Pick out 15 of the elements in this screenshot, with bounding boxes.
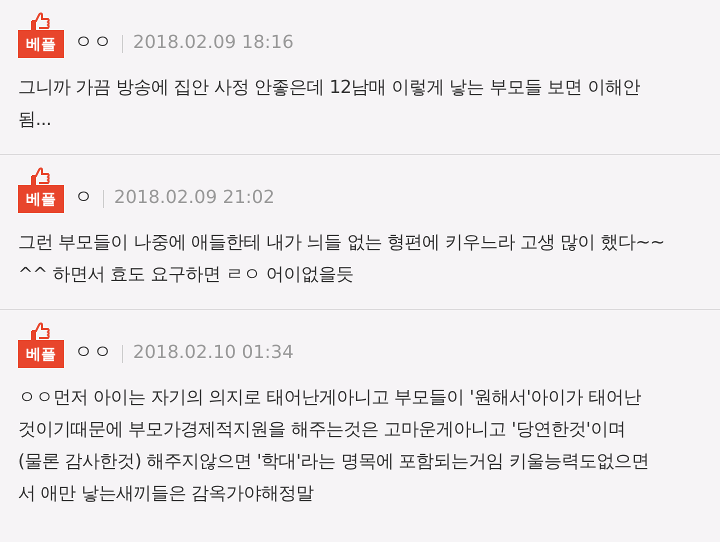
author-name: ㅇㅇ: [74, 30, 112, 54]
thumbs-up-icon: [30, 12, 52, 30]
best-badge: 베플: [18, 30, 64, 58]
author-name: ㅇ: [74, 184, 93, 210]
author-name: ㅇㅇ: [74, 340, 112, 364]
best-badge: 베플: [18, 185, 64, 213]
thumbs-up-icon: [30, 167, 52, 185]
comment-text: ㅇㅇ먼저 아이는 자기의 의지로 태어난게아니고 부모들이 '원해서'아이가 태어난 것이기때문에 부모가경제적지원을 해주는것은 고마운게아니고 '당연한것'이며 (물론 감사한것) 해주지않으면 '학대'라는 명목에 포함되는거임 키울능력도없으면 서 애만 낳는새끼들은 감옥가야해정말: [18, 386, 650, 506]
comment-date: 2018.02.09 18:16: [133, 31, 294, 55]
best-badge: 베플: [18, 340, 64, 368]
thumbs-up-icon: [30, 322, 52, 340]
comment-date: 2018.02.10 01:34: [133, 341, 294, 365]
comment-date: 2018.02.09 21:02: [114, 186, 275, 210]
comment-text: 그런 부모들이 나중에 애들한테 내가 늬들 없는 형편에 키우느라 고생 많이 했다~~ ^^ 하면서 효도 요구하면 ㄹㅇ 어이없을듯: [18, 231, 666, 287]
comment-text: 그니까 가끔 방송에 집안 사정 안좋은데 12남매 이렇게 낳는 부모들 보면 이해안 됨...: [18, 76, 641, 132]
